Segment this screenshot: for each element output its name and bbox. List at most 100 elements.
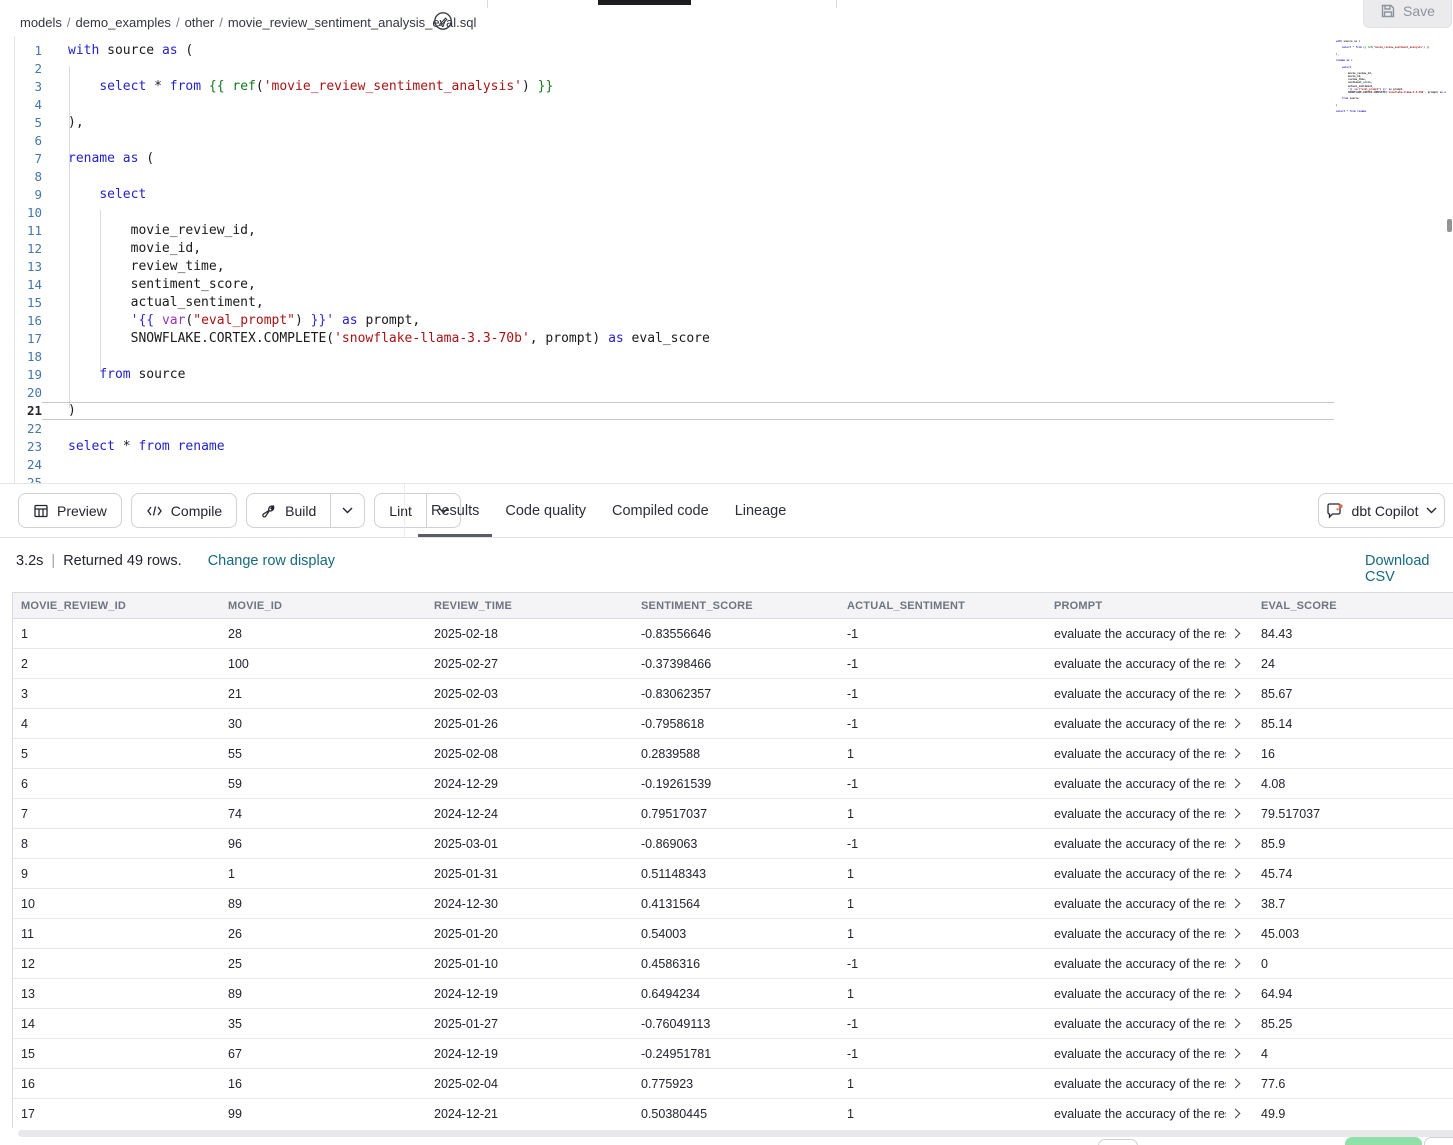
code-line[interactable]: 20	[14, 384, 1334, 402]
save-button[interactable]: Save	[1363, 0, 1452, 28]
code-line[interactable]: 22	[14, 420, 1334, 438]
prompt-expand-icon[interactable]	[1231, 779, 1241, 789]
column-header: PROMPT	[1046, 593, 1253, 618]
cell-review_time: 2025-01-10	[426, 949, 633, 978]
code-line[interactable]: 1with source as (	[14, 42, 1334, 60]
partial-button[interactable]	[1098, 1139, 1138, 1145]
tab-compiled-code[interactable]: Compiled code	[599, 484, 722, 537]
code-line[interactable]: 4	[14, 96, 1334, 114]
build-button[interactable]: Build	[246, 493, 365, 528]
cell-movie_id: 26	[220, 919, 426, 948]
cell-prompt: evaluate the accuracy of the res...	[1046, 919, 1253, 948]
code-line[interactable]: 9 select	[14, 186, 1334, 204]
code-line[interactable]: 8	[14, 168, 1334, 186]
copilot-label: dbt Copilot	[1352, 503, 1419, 519]
cell-movie_review_id: 17	[13, 1099, 220, 1128]
cell-review_time: 2025-01-20	[426, 919, 633, 948]
line-number: 5	[14, 114, 42, 132]
cell-actual_sentiment: 1	[839, 919, 1046, 948]
line-number: 24	[14, 456, 42, 474]
breadcrumb-segment[interactable]: models	[20, 15, 62, 30]
column-header: REVIEW_TIME	[426, 593, 633, 618]
cell-eval_score: 49.9	[1253, 1099, 1453, 1128]
dbt-copilot-button[interactable]: dbt Copilot	[1318, 493, 1445, 528]
build-label: Build	[285, 503, 316, 519]
code-line[interactable]: 15 actual_sentiment,	[14, 294, 1334, 312]
prompt-expand-icon[interactable]	[1231, 719, 1241, 729]
tab-code-quality[interactable]: Code quality	[492, 484, 599, 537]
compile-button[interactable]: Compile	[131, 493, 237, 528]
horizontal-scrollbar[interactable]	[18, 1130, 1453, 1137]
cell-movie_id: 99	[220, 1099, 426, 1128]
build-dropdown-chevron[interactable]	[330, 494, 364, 527]
prompt-expand-icon[interactable]	[1231, 959, 1241, 969]
table-row: 15672024-12-19-0.24951781-1evaluate the …	[13, 1039, 1453, 1069]
code-line[interactable]: 17 SNOWFLAKE.CORTEX.COMPLETE('snowflake-…	[14, 330, 1334, 348]
prompt-expand-icon[interactable]	[1231, 659, 1241, 669]
code-line[interactable]: 24	[14, 456, 1334, 474]
code-lines[interactable]: 1with source as (23 select * from {{ ref…	[14, 42, 1334, 483]
tab-lineage[interactable]: Lineage	[722, 484, 800, 537]
prompt-text: evaluate the accuracy of the res...	[1054, 837, 1226, 851]
prompt-expand-icon[interactable]	[1231, 869, 1241, 879]
code-line[interactable]: 10	[14, 204, 1334, 222]
code-line[interactable]: 18	[14, 348, 1334, 366]
prompt-expand-icon[interactable]	[1231, 629, 1241, 639]
prompt-expand-icon[interactable]	[1231, 749, 1241, 759]
tab-results[interactable]: Results	[418, 484, 492, 537]
cell-sentiment_score: 0.51148343	[633, 859, 839, 888]
breadcrumb-segment[interactable]: demo_examples	[76, 15, 171, 30]
cell-actual_sentiment: -1	[839, 619, 1046, 648]
breadcrumb-separator: /	[171, 15, 185, 30]
minimap[interactable]: with source as ( select * from {{ ref('m…	[1336, 40, 1446, 470]
breadcrumb-segment[interactable]: other	[185, 15, 215, 30]
download-csv-link[interactable]: Download CSV	[1365, 553, 1453, 585]
code-line[interactable]: 3 select * from {{ ref('movie_review_sen…	[14, 78, 1334, 96]
prompt-expand-icon[interactable]	[1231, 1049, 1241, 1059]
prompt-expand-icon[interactable]	[1231, 839, 1241, 849]
cell-eval_score: 16	[1253, 739, 1453, 768]
prompt-text: evaluate the accuracy of the res...	[1054, 657, 1226, 671]
cell-review_time: 2025-01-27	[426, 1009, 633, 1038]
prompt-expand-icon[interactable]	[1231, 689, 1241, 699]
code-line[interactable]: 23select * from rename	[14, 438, 1334, 456]
partial-green-pill[interactable]	[1345, 1137, 1422, 1145]
prompt-expand-icon[interactable]	[1231, 1109, 1241, 1119]
code-line[interactable]: 5),	[14, 114, 1334, 132]
sql-editor[interactable]: 1with source as (23 select * from {{ ref…	[0, 36, 1453, 483]
code-line[interactable]: 6	[14, 132, 1334, 150]
preview-button[interactable]: Preview	[18, 493, 122, 528]
cell-prompt: evaluate the accuracy of the res...	[1046, 1099, 1253, 1128]
code-line[interactable]: 7rename as (	[14, 150, 1334, 168]
partial-button[interactable]	[1424, 1137, 1453, 1145]
prompt-expand-icon[interactable]	[1231, 809, 1241, 819]
code-line[interactable]: 2	[14, 60, 1334, 78]
line-number: 1	[14, 42, 42, 60]
prompt-expand-icon[interactable]	[1231, 1019, 1241, 1029]
table-row: 13892024-12-190.64942341evaluate the acc…	[13, 979, 1453, 1009]
cell-actual_sentiment: -1	[839, 649, 1046, 678]
prompt-expand-icon[interactable]	[1231, 989, 1241, 999]
prompt-expand-icon[interactable]	[1231, 929, 1241, 939]
breadcrumb[interactable]: models/demo_examples/other/movie_review_…	[20, 13, 476, 31]
cell-prompt: evaluate the accuracy of the res...	[1046, 739, 1253, 768]
code-line[interactable]: 14 sentiment_score,	[14, 276, 1334, 294]
code-line[interactable]: 19 from source	[14, 366, 1334, 384]
code-line[interactable]: 13 review_time,	[14, 258, 1334, 276]
column-header: EVAL_SCORE	[1253, 593, 1453, 618]
prompt-text: evaluate the accuracy of the res...	[1054, 867, 1226, 881]
cell-sentiment_score: 0.4131564	[633, 889, 839, 918]
change-row-display-link[interactable]: Change row display	[208, 553, 335, 569]
prompt-expand-icon[interactable]	[1231, 899, 1241, 909]
code-line[interactable]: 21)	[14, 402, 1334, 420]
code-line[interactable]: 11 movie_review_id,	[14, 222, 1334, 240]
prompt-expand-icon[interactable]	[1231, 1079, 1241, 1089]
code-line[interactable]: 12 movie_id,	[14, 240, 1334, 258]
format-icon[interactable]	[433, 11, 453, 31]
code-line[interactable]: 16 '{{ var("eval_prompt") }}' as prompt,	[14, 312, 1334, 330]
cell-actual_sentiment: -1	[839, 949, 1046, 978]
tab-separator	[836, 0, 837, 8]
cell-review_time: 2025-02-08	[426, 739, 633, 768]
code-line[interactable]: 25	[14, 474, 1334, 483]
editor-scrollbar[interactable]	[1447, 219, 1452, 232]
